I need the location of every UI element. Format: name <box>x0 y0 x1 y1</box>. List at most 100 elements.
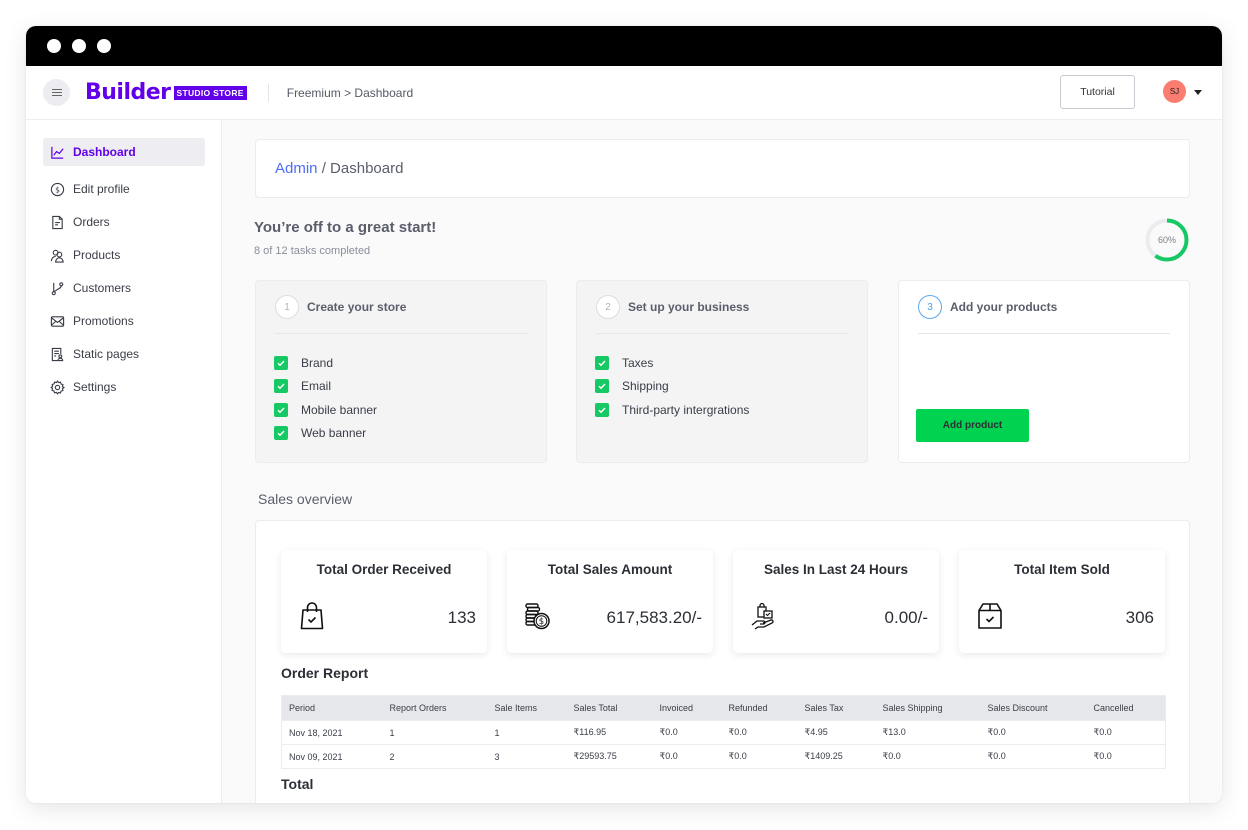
progress-percent: 60% <box>1157 235 1176 245</box>
sidebar-item-customers[interactable]: Customers <box>43 274 205 302</box>
table-cell: ₹13.0 <box>875 720 981 745</box>
checkbox-checked[interactable] <box>595 402 609 417</box>
table-header-row: Period Report Orders Sale Items Sales To… <box>281 695 1166 721</box>
sidebar-item-products[interactable]: Products <box>43 241 205 269</box>
sidebar-item-dashboard[interactable]: Dashboard <box>43 138 205 166</box>
checkbox-checked[interactable] <box>274 402 288 417</box>
step-checklist: Brand Email Mobile banner Web banner <box>256 334 546 445</box>
window-dot-maximize[interactable] <box>97 39 111 53</box>
checklist-item: Third-party intergrations <box>595 398 867 422</box>
checklist-item: Taxes <box>595 351 867 375</box>
sidebar-item-label: Promotions <box>73 314 134 328</box>
chart-line-icon <box>49 144 65 160</box>
checkbox-checked[interactable] <box>595 355 609 370</box>
git-branch-icon <box>49 280 65 296</box>
stat-card-total-orders: Total Order Received 133 <box>281 550 487 653</box>
stat-value: 0.00/- <box>884 608 928 627</box>
column-header: Period <box>281 695 383 721</box>
checklist-item: Web banner <box>274 422 546 446</box>
step-header: 1 Create your store <box>275 281 527 334</box>
column-header: Sales Shipping <box>875 695 981 721</box>
checklist-item-label: Third-party intergrations <box>622 402 750 417</box>
step-header: 2 Set up your business <box>596 281 848 334</box>
sidebar-item-orders[interactable]: Orders <box>43 208 205 236</box>
column-header: Sales Tax <box>797 695 876 721</box>
step-title: Add your products <box>950 300 1058 314</box>
stat-value: 617,583.20/- <box>606 608 702 627</box>
table-cell: 3 <box>487 744 567 769</box>
stat-card-items-sold: Total Item Sold 306 <box>959 550 1165 653</box>
check-icon <box>277 407 285 413</box>
table-row: Nov 18, 2021 1 1 ₹116.95 ₹0.0 ₹0.0 ₹4.95… <box>281 720 1166 745</box>
breadcrumb-current: Dashboard <box>330 160 404 177</box>
page-breadcrumb: Admin / Dashboard <box>255 139 1190 198</box>
checklist-item-label: Brand <box>301 355 334 370</box>
table-cell: Nov 18, 2021 <box>281 720 383 745</box>
add-product-button[interactable]: Add product <box>916 409 1029 442</box>
main-content: Admin / Dashboard You’re off to a great … <box>223 120 1222 803</box>
table-cell: 1 <box>487 720 567 745</box>
stat-card-sales-24h: Sales In Last 24 Hours 0.00/- <box>733 550 939 653</box>
column-header: Sales Discount <box>980 695 1087 721</box>
table-cell: ₹0.0 <box>721 744 798 769</box>
sidebar-item-label: Edit profile <box>73 182 130 196</box>
mail-icon <box>49 313 65 329</box>
checkbox-checked[interactable] <box>595 379 609 394</box>
table-cell: ₹1409.25 <box>797 744 876 769</box>
checkbox-checked[interactable] <box>274 355 288 370</box>
table-cell: ₹0.0 <box>652 720 722 745</box>
sales-overview-title: Sales overview <box>258 491 353 507</box>
checklist-item-label: Taxes <box>622 355 654 370</box>
breadcrumb-admin-link[interactable]: Admin <box>275 160 318 177</box>
chevron-down-icon[interactable] <box>1194 90 1202 95</box>
sidebar-item-label: Settings <box>73 380 117 394</box>
table-cell: Nov 09, 2021 <box>281 744 383 769</box>
order-report-table: Period Report Orders Sale Items Sales To… <box>281 695 1166 769</box>
tutorial-button[interactable]: Tutorial <box>1060 75 1135 109</box>
check-icon <box>598 383 606 390</box>
step-number: 2 <box>596 295 620 319</box>
table-cell: ₹0.0 <box>980 744 1087 769</box>
step-card-create-store: 1 Create your store Brand Email Mobile b… <box>255 280 547 463</box>
stat-card-total-sales: Total Sales Amount $ 617,583.20/- <box>507 550 713 653</box>
table-cell: ₹0.0 <box>652 744 722 769</box>
sidebar-item-settings[interactable]: Settings <box>43 373 205 401</box>
step-number: 3 <box>918 295 942 319</box>
checklist-item: Shipping <box>595 375 867 399</box>
table-cell: ₹0.0 <box>980 720 1087 745</box>
sidebar-item-label: Products <box>73 248 121 262</box>
table-cell: ₹0.0 <box>721 720 798 745</box>
svg-text:$: $ <box>539 617 544 627</box>
header-divider <box>267 83 269 102</box>
checkbox-checked[interactable] <box>274 379 288 394</box>
total-title: Total <box>281 776 314 792</box>
menu-toggle-button[interactable] <box>43 79 70 106</box>
sidebar-item-label: Static pages <box>73 347 140 361</box>
window-dot-minimize[interactable] <box>72 39 86 53</box>
step-title: Set up your business <box>628 300 750 314</box>
step-card-setup-business: 2 Set up your business Taxes Shipping Th… <box>576 280 868 463</box>
table-cell: ₹4.95 <box>797 720 876 745</box>
column-header: Report Orders <box>382 695 488 721</box>
checklist-item: Email <box>274 375 546 399</box>
logo[interactable]: Builder STUDIO STORE <box>85 80 247 105</box>
sidebar-item-promotions[interactable]: Promotions <box>43 307 205 335</box>
sidebar-item-label: Dashboard <box>73 145 136 159</box>
checkbox-checked[interactable] <box>274 426 288 441</box>
logo-badge: STUDIO STORE <box>173 85 247 100</box>
column-header: Cancelled <box>1086 695 1166 721</box>
table-row: Nov 09, 2021 2 3 ₹29593.75 ₹0.0 ₹0.0 ₹14… <box>281 744 1166 769</box>
user-avatar[interactable]: SJ <box>1163 80 1186 103</box>
sidebar-item-static-pages[interactable]: Static pages <box>43 340 205 368</box>
window-dot-close[interactable] <box>47 39 61 53</box>
stat-value: 306 <box>1125 608 1154 627</box>
breadcrumb-separator: / <box>317 160 331 177</box>
stat-title: Total Item Sold <box>1014 562 1110 577</box>
table-cell: ₹29593.75 <box>566 744 653 769</box>
check-icon <box>598 360 606 366</box>
checklist-item: Mobile banner <box>274 398 546 422</box>
progress-title: You’re off to a great start! <box>254 219 437 236</box>
sidebar-item-edit-profile[interactable]: $ Edit profile <box>43 175 205 203</box>
table-cell: ₹0.0 <box>875 744 981 769</box>
column-header: Sale Items <box>487 695 567 721</box>
